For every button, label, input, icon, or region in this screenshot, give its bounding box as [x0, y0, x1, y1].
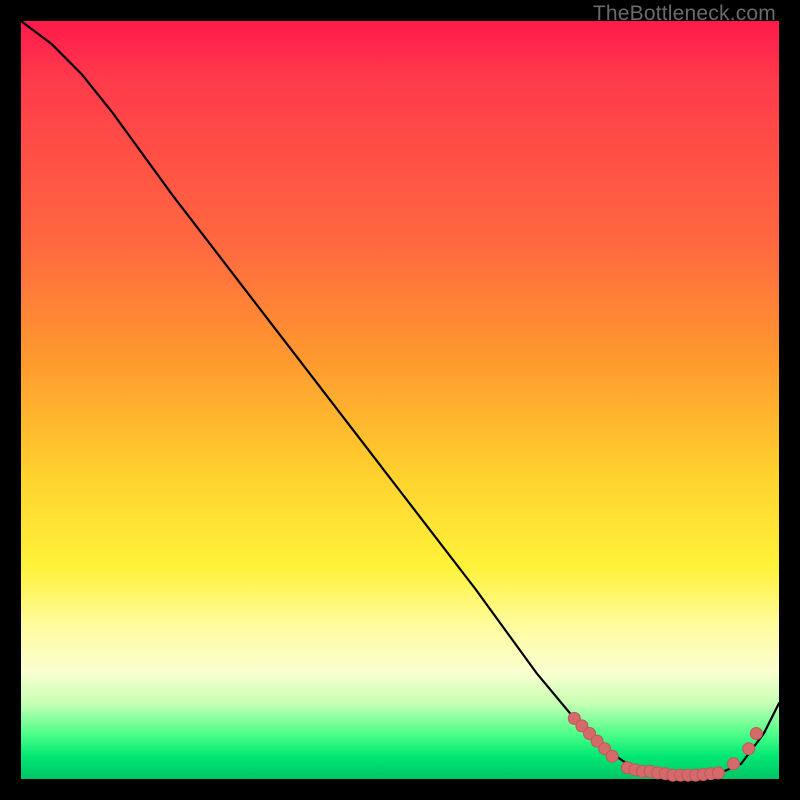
data-marker [606, 750, 618, 762]
data-marker [728, 758, 740, 770]
data-marker [712, 767, 724, 779]
plot-area [21, 21, 779, 779]
chart-svg [21, 21, 779, 779]
data-marker [743, 743, 755, 755]
marker-group [568, 712, 762, 781]
curve-path [21, 21, 779, 775]
data-marker [750, 728, 762, 740]
chart-frame: TheBottleneck.com [0, 0, 800, 800]
